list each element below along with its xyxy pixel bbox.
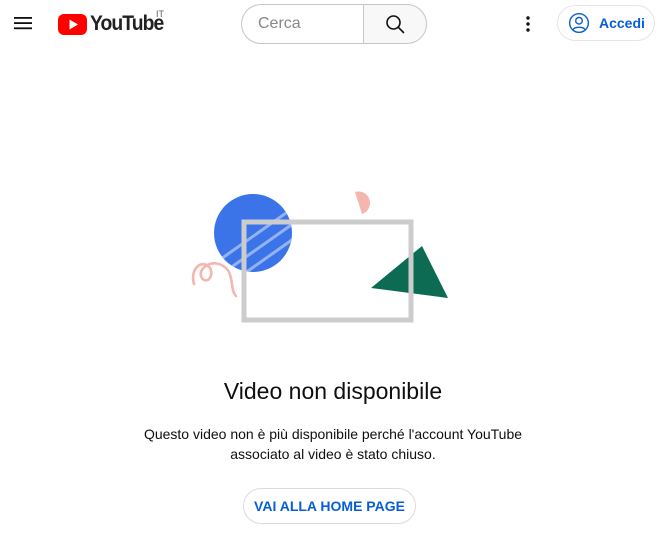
guide-menu-button[interactable] [10,10,36,36]
settings-menu-button[interactable] [516,12,540,36]
error-title: Video non disponibile [223,378,443,404]
go-home-button[interactable]: VAI ALLA HOME PAGE [243,488,416,524]
hamburger-menu-icon [14,17,32,30]
search-button[interactable] [363,4,427,44]
search-input[interactable] [241,4,363,44]
account-circle-icon [568,12,590,34]
masthead: YouTube IT Accedi [0,0,666,48]
youtube-logo[interactable]: YouTube [58,12,170,36]
search-box [241,4,427,44]
pink-squiggle-shape [191,262,238,298]
youtube-play-icon [58,13,87,35]
blue-circle-shape [214,194,292,272]
country-code: IT [156,9,164,19]
sign-in-button[interactable]: Accedi [557,5,655,41]
unavailable-video-illustration [191,191,448,323]
more-vertical-icon [526,16,530,32]
error-description: Questo video non è più disponibile perch… [143,426,523,462]
logo-wordmark: YouTube [90,12,164,35]
sign-in-label: Accedi [599,15,645,31]
search-icon [386,15,405,34]
pink-half-circle-shape [355,191,371,214]
